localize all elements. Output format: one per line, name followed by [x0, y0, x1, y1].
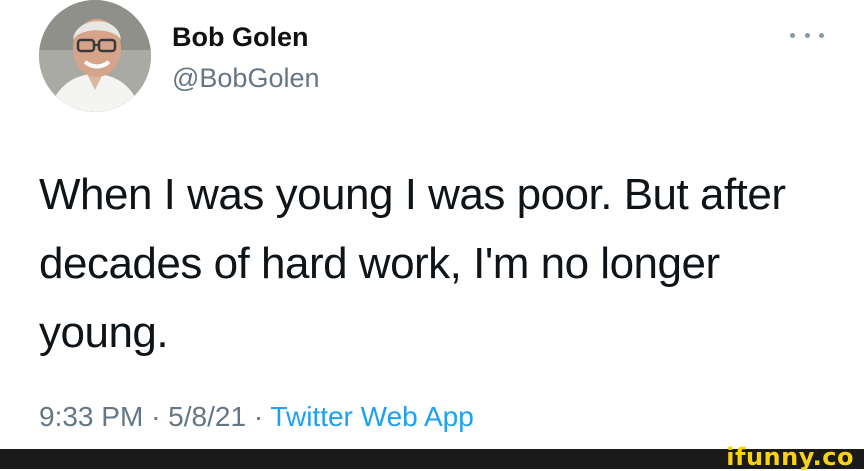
tweet-text: When I was young I was poor. But after d…: [39, 170, 786, 357]
tweet-card: Bob Golen @BobGolen When I was young I w…: [0, 0, 864, 449]
tweet-meta: 9:33 PM · 5/8/21 · Twitter Web App: [39, 401, 474, 433]
tweet-time[interactable]: 9:33 PM: [39, 401, 143, 432]
author-handle[interactable]: @BobGolen: [172, 63, 320, 94]
watermark-bar: ifunny.co: [0, 443, 864, 471]
tweet-date[interactable]: 5/8/21: [168, 401, 246, 432]
dot-icon: [819, 32, 824, 38]
meta-separator: ·: [253, 401, 264, 432]
author-name[interactable]: Bob Golen: [172, 22, 309, 53]
meta-separator: ·: [151, 401, 161, 432]
dot-icon: [804, 32, 810, 38]
watermark-logo: ifunny.co: [726, 443, 854, 471]
more-options-icon[interactable]: [790, 28, 824, 42]
tweet-source-link[interactable]: Twitter Web App: [270, 401, 473, 432]
dot-icon: [790, 32, 795, 38]
author-avatar[interactable]: [39, 0, 151, 112]
avatar-photo: [39, 0, 151, 112]
